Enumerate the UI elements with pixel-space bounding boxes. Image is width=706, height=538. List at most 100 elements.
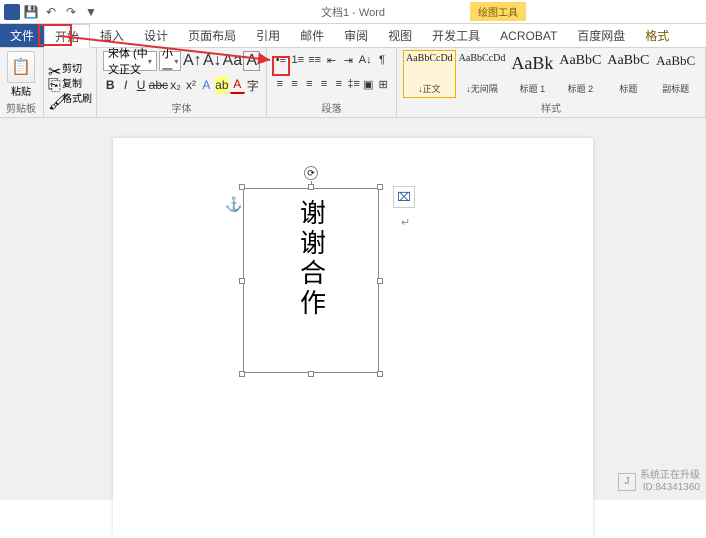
resize-handle-e[interactable] (377, 278, 383, 284)
tab-layout[interactable]: 页面布局 (178, 24, 246, 47)
style-name: 标题 (607, 82, 649, 95)
resize-handle-w[interactable] (239, 278, 245, 284)
tab-view[interactable]: 视图 (378, 24, 422, 47)
watermark-line2: ID:84341360 (640, 482, 700, 494)
style-name: 副标题 (655, 82, 696, 95)
font-color-button[interactable]: A (230, 76, 244, 94)
undo-icon[interactable]: ↶ (42, 3, 60, 21)
brush-icon: 🖌 (48, 92, 60, 104)
quick-access-toolbar: 💾 ↶ ↷ ▼ (0, 3, 104, 21)
ribbon-tabs: 文件 开始 插入 设计 页面布局 引用 邮件 审阅 视图 开发工具 ACROBA… (0, 24, 706, 48)
styles-group-label: 样式 (403, 100, 699, 115)
contextual-tab-label: 绘图工具 (470, 2, 526, 21)
copy-icon: ⎘ (48, 77, 60, 89)
resize-handle-n[interactable] (308, 184, 314, 190)
style-preview: AaBbCcDd (406, 53, 453, 64)
clear-format-button[interactable]: A (243, 52, 260, 70)
tab-developer[interactable]: 开发工具 (422, 24, 490, 47)
tab-acrobat[interactable]: ACROBAT (490, 24, 567, 47)
style-name: 标题 2 (559, 82, 601, 95)
style-item[interactable]: AaBbC 标题 2 (556, 50, 604, 98)
window-title: 文档1 - Word (321, 4, 385, 20)
layout-options-button[interactable]: ⌧ (393, 186, 415, 208)
font-group: 宋体 (中文正文▾ 小一▾ A↑ A↓ Aa A B I U abc x₂ x²… (97, 48, 267, 117)
sort-button[interactable]: A↓ (357, 51, 373, 69)
highlight-button[interactable]: ab (215, 76, 229, 94)
bullets-button[interactable]: •≡ (273, 51, 289, 69)
title-bar: 💾 ↶ ↷ ▼ 文档1 - Word 绘图工具 (0, 0, 706, 24)
shrink-font-button[interactable]: A↓ (203, 52, 221, 70)
style-preview: AaBbC (559, 53, 601, 69)
line-spacing-button[interactable]: ‡≡ (347, 75, 361, 93)
tab-mailings[interactable]: 邮件 (290, 24, 334, 47)
show-marks-button[interactable]: ¶ (374, 51, 390, 69)
tab-review[interactable]: 审阅 (334, 24, 378, 47)
style-item[interactable]: AaBbC 副标题 (652, 50, 699, 98)
text-effects-button[interactable]: A (199, 76, 213, 94)
superscript-button[interactable]: x² (184, 76, 198, 94)
ribbon: 📋 粘贴 剪贴板 ✂剪切 ⎘复制 🖌格式刷 宋体 (中文正文▾ 小一▾ A↑ A… (0, 48, 706, 118)
tab-baidu[interactable]: 百度网盘 (567, 24, 635, 47)
bold-button[interactable]: B (103, 76, 117, 94)
strike-button[interactable]: abc (149, 76, 167, 94)
subscript-button[interactable]: x₂ (168, 76, 182, 94)
tab-insert[interactable]: 插入 (90, 24, 134, 47)
style-preview: AaBk (511, 53, 553, 74)
clipboard-group: 📋 粘贴 剪贴板 (0, 48, 44, 117)
style-item[interactable]: AaBbCcDd ↓正文 (403, 50, 456, 98)
shading-button[interactable]: ▣ (362, 75, 376, 93)
numbering-button[interactable]: 1≡ (290, 51, 306, 69)
align-left-button[interactable]: ≡ (273, 75, 287, 93)
distributed-button[interactable]: ≡ (332, 75, 346, 93)
watermark-icon: J (618, 473, 636, 491)
format-painter-button[interactable]: 🖌格式刷 (48, 90, 92, 105)
style-preview: AaBbC (655, 53, 696, 69)
justify-button[interactable]: ≡ (317, 75, 331, 93)
tab-references[interactable]: 引用 (246, 24, 290, 47)
scissors-icon: ✂ (48, 62, 60, 74)
grow-font-button[interactable]: A↑ (183, 52, 201, 70)
resize-handle-sw[interactable] (239, 371, 245, 377)
underline-button[interactable]: U (134, 76, 148, 94)
change-case-button[interactable]: Aa (223, 52, 241, 70)
style-item[interactable]: AaBk标题 1 (508, 50, 556, 98)
multilevel-button[interactable]: ≡≡ (307, 51, 323, 69)
paragraph-mark-icon: ↵ (401, 216, 410, 229)
redo-icon[interactable]: ↷ (62, 3, 80, 21)
rotate-handle[interactable]: ⟳ (304, 166, 318, 180)
tab-file[interactable]: 文件 (0, 24, 44, 47)
italic-button[interactable]: I (118, 76, 132, 94)
style-preview: AaBbC (607, 53, 649, 69)
style-item[interactable]: AaBbCcDd↓无间隔 (456, 50, 509, 98)
paste-button[interactable]: 📋 (7, 51, 35, 83)
align-center-button[interactable]: ≡ (288, 75, 302, 93)
font-size-select[interactable]: 小一▾ (159, 51, 181, 71)
textbox-content[interactable]: 谢谢合作 (293, 199, 330, 319)
resize-handle-nw[interactable] (239, 184, 245, 190)
watermark-line1: 系统正在升级 (640, 470, 700, 482)
phonetic-button[interactable]: 字 (246, 76, 260, 94)
document-area: ⚓ ⌧ ↵ ⟳ 谢谢合作 (0, 118, 706, 500)
cut-button[interactable]: ✂剪切 (48, 60, 92, 75)
style-name: ↓正文 (406, 82, 453, 95)
align-right-button[interactable]: ≡ (303, 75, 317, 93)
font-group-label: 字体 (103, 100, 260, 115)
qat-dropdown-icon[interactable]: ▼ (82, 3, 100, 21)
resize-handle-ne[interactable] (377, 184, 383, 190)
decrease-indent-button[interactable]: ⇤ (324, 51, 340, 69)
save-icon[interactable]: 💾 (22, 3, 40, 21)
textbox[interactable]: ⟳ 谢谢合作 (243, 188, 379, 373)
copy-button[interactable]: ⎘复制 (48, 75, 92, 90)
page[interactable]: ⚓ ⌧ ↵ ⟳ 谢谢合作 (113, 138, 593, 538)
font-name-select[interactable]: 宋体 (中文正文▾ (103, 51, 157, 71)
tab-home[interactable]: 开始 (44, 24, 90, 48)
tab-format[interactable]: 格式 (635, 24, 679, 47)
style-item[interactable]: AaBbC 标题 (604, 50, 652, 98)
paste-label: 粘贴 (11, 83, 31, 98)
resize-handle-s[interactable] (308, 371, 314, 377)
tab-design[interactable]: 设计 (134, 24, 178, 47)
resize-handle-se[interactable] (377, 371, 383, 377)
styles-gallery[interactable]: AaBbCcDd↓正文AaBbCcDd↓无间隔AaBk标题 1AaBbC标题 2… (403, 50, 699, 98)
increase-indent-button[interactable]: ⇥ (340, 51, 356, 69)
borders-button[interactable]: ⊞ (376, 75, 390, 93)
